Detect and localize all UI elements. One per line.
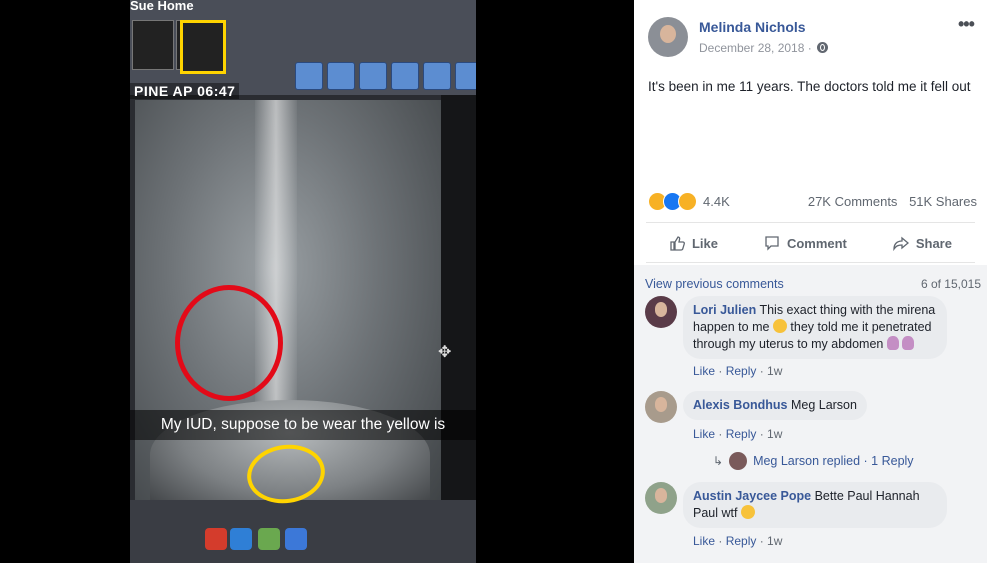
divider — [646, 262, 975, 263]
thinking-emoji-icon — [772, 319, 787, 333]
toolbar-icon — [359, 62, 387, 90]
avatar-face — [654, 302, 668, 317]
comment-time[interactable]: 1w — [767, 364, 782, 378]
view-replies-link[interactable]: ↳ Meg Larson replied · 1 Reply — [713, 452, 914, 470]
toolbar-icon — [423, 62, 451, 90]
facebook-post: Melinda Nichols December 28, 2018 · ••• … — [634, 0, 987, 563]
comment-label: Comment — [786, 235, 847, 251]
move-cursor-icon: ✥ — [438, 344, 452, 361]
commenter-name[interactable]: Alexis Bondhus — [693, 398, 787, 412]
comment-bubble: Alexis Bondhus Meg Larson — [683, 391, 867, 420]
commenter-avatar[interactable] — [645, 391, 677, 423]
globe-icon — [817, 42, 829, 53]
photo-caption: My IUD, suppose to be wear the yellow is — [130, 410, 476, 440]
taskbar-icon — [258, 528, 280, 550]
replier-avatar — [729, 452, 748, 470]
toolbar-icon — [455, 62, 476, 90]
divider — [646, 222, 975, 223]
post-author[interactable]: Melinda Nichols — [699, 19, 806, 35]
comment: Alexis Bondhus Meg Larson Like · Reply ·… — [645, 391, 975, 471]
sad-reaction-icon — [678, 192, 697, 211]
avatar-face — [654, 488, 668, 503]
toolbar-icon — [327, 62, 355, 90]
more-options-icon[interactable]: ••• — [958, 14, 975, 35]
comment-button[interactable]: Comment — [764, 235, 847, 251]
post-date-text: December 28, 2018 · — [699, 41, 812, 55]
comment-reply-link[interactable]: Reply — [726, 364, 757, 378]
screen-topbar: Sue Home PINE AP 06:47 — [130, 0, 476, 99]
like-button[interactable]: Like — [669, 235, 718, 251]
comments-count-of: 6 of 15,015 — [920, 277, 981, 291]
toolbar-icon — [391, 62, 419, 90]
taskbar-icon — [205, 528, 227, 550]
comment-meta: Like · Reply · 1w — [693, 427, 783, 441]
comments-count[interactable]: 27K Comments — [808, 194, 898, 209]
screen-side-panel — [441, 95, 476, 515]
comment: Austin Jaycee Pope Bette Paul Hannah Pau… — [645, 482, 975, 562]
comment-text[interactable]: Meg Larson — [791, 398, 857, 412]
author-avatar[interactable] — [648, 17, 688, 57]
taskbar-icon — [285, 528, 307, 550]
comment-like-link[interactable]: Like — [693, 427, 715, 441]
comment-reply-link[interactable]: Reply — [726, 427, 757, 441]
woman-emoji-icon — [886, 336, 899, 350]
avatar-face — [654, 397, 668, 412]
thumbnail-selected — [180, 20, 226, 74]
comment-icon — [765, 236, 779, 251]
comment-like-link[interactable]: Like — [693, 534, 715, 548]
avatar-face — [660, 25, 676, 43]
xray-photo: Sue Home PINE AP 06:47 ✥ My IUD, suppose… — [130, 0, 476, 563]
post-date[interactable]: December 28, 2018 · — [699, 41, 829, 55]
engagement-counts: 27K Comments 51K Shares — [800, 194, 977, 209]
comment-meta: Like · Reply · 1w — [693, 534, 783, 548]
share-label: Share — [915, 235, 952, 251]
comment-reply-link[interactable]: Reply — [726, 534, 757, 548]
smirk-emoji-icon — [740, 505, 755, 519]
xray-label-text: PINE AP 06:47 — [134, 83, 236, 99]
reaction-count: 4.4K — [703, 194, 730, 209]
comment-like-link[interactable]: Like — [693, 364, 715, 378]
screen-topbar-text: Sue Home — [130, 0, 194, 13]
post-actions: Like Comment Share — [646, 226, 975, 260]
view-previous-comments-link[interactable]: View previous comments — [645, 277, 784, 291]
woman-emoji-icon — [902, 336, 915, 350]
commenter-avatar[interactable] — [645, 482, 677, 514]
shares-count[interactable]: 51K Shares — [909, 194, 977, 209]
thumbs-up-icon — [670, 236, 685, 251]
comment-time[interactable]: 1w — [767, 534, 782, 548]
commenter-name[interactable]: Lori Julien — [693, 303, 756, 317]
comment-meta: Like · Reply · 1w — [693, 364, 783, 378]
comment-bubble: Lori Julien This exact thing with the mi… — [683, 296, 947, 359]
replies-summary: Meg Larson replied · 1 Reply — [753, 454, 914, 468]
reply-arrow-icon: ↳ — [713, 454, 724, 468]
toolbar-icon — [295, 62, 323, 90]
comment-time[interactable]: 1w — [767, 427, 782, 441]
screen-toolbar — [295, 62, 476, 90]
share-button[interactable]: Share — [893, 235, 952, 251]
photo-viewer: Sue Home PINE AP 06:47 ✥ My IUD, suppose… — [0, 0, 634, 563]
comment-bubble: Austin Jaycee Pope Bette Paul Hannah Pau… — [683, 482, 947, 528]
red-circle-annotation — [175, 285, 283, 401]
thumbnail — [132, 20, 174, 70]
like-label: Like — [691, 235, 718, 251]
post-text: It's been in me 11 years. The doctors to… — [648, 79, 971, 94]
comment: Lori Julien This exact thing with the mi… — [645, 296, 975, 378]
taskbar-icon — [230, 528, 252, 550]
comments-section: View previous comments 6 of 15,015 Lori … — [634, 265, 987, 563]
commenter-avatar[interactable] — [645, 296, 677, 328]
reactions-summary[interactable]: 4.4K — [648, 192, 730, 211]
share-icon — [893, 236, 909, 251]
xray-label: PINE AP 06:47 — [130, 83, 240, 99]
commenter-name[interactable]: Austin Jaycee Pope — [693, 489, 811, 503]
